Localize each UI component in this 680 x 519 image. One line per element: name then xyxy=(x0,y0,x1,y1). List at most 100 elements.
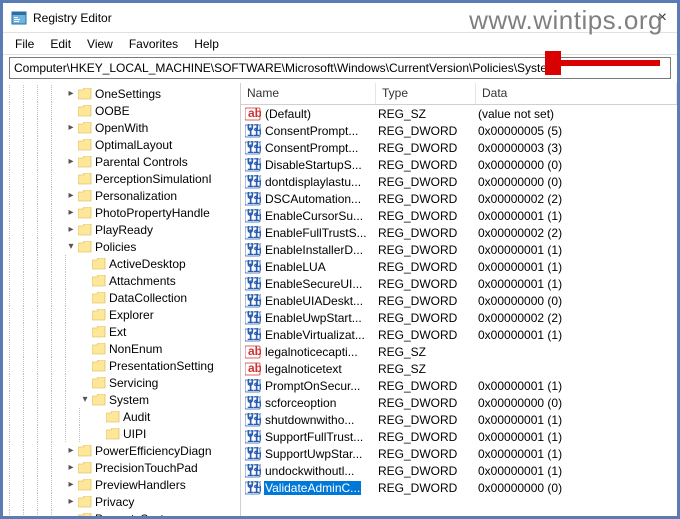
close-icon[interactable]: × xyxy=(658,9,667,27)
value-row[interactable]: 011110PromptOnSecur...REG_DWORD0x0000000… xyxy=(241,377,677,394)
folder-icon xyxy=(78,513,92,517)
expand-toggle[interactable]: ▸ xyxy=(65,496,77,507)
value-data: 0x00000000 (0) xyxy=(476,175,677,189)
expand-toggle[interactable]: ▸ xyxy=(65,445,77,456)
tree-item[interactable]: Attachments xyxy=(3,272,240,289)
tree-item[interactable]: ▸PrecisionTouchPad xyxy=(3,459,240,476)
value-data: 0x00000000 (0) xyxy=(476,294,677,308)
tree-item[interactable]: PerceptionSimulationI xyxy=(3,170,240,187)
value-row[interactable]: 011110DisableStartupS...REG_DWORD0x00000… xyxy=(241,156,677,173)
column-data[interactable]: Data xyxy=(476,83,677,104)
value-type: REG_DWORD xyxy=(376,226,476,240)
expand-toggle[interactable]: ▸ xyxy=(65,513,77,516)
menu-view[interactable]: View xyxy=(79,35,121,53)
expand-toggle[interactable]: ▸ xyxy=(65,224,77,235)
value-row[interactable]: 011110EnableLUAREG_DWORD0x00000001 (1) xyxy=(241,258,677,275)
value-row[interactable]: ablegalnoticetextREG_SZ xyxy=(241,360,677,377)
svg-text:110: 110 xyxy=(247,176,261,189)
tree-item[interactable]: Servicing xyxy=(3,374,240,391)
value-row[interactable]: 011110ConsentPrompt...REG_DWORD0x0000000… xyxy=(241,122,677,139)
value-row[interactable]: 011110EnableVirtualizat...REG_DWORD0x000… xyxy=(241,326,677,343)
expand-toggle[interactable]: ▸ xyxy=(65,462,77,473)
value-type: REG_DWORD xyxy=(376,430,476,444)
value-row[interactable]: 011110scforceoptionREG_DWORD0x00000000 (… xyxy=(241,394,677,411)
value-name: EnableInstallerD... xyxy=(264,243,364,257)
expand-toggle[interactable]: ▸ xyxy=(65,156,77,167)
expand-toggle[interactable]: ▸ xyxy=(65,207,77,218)
value-row[interactable]: 011110EnableInstallerD...REG_DWORD0x0000… xyxy=(241,241,677,258)
expand-toggle[interactable]: ▸ xyxy=(65,190,77,201)
tree-item[interactable]: Explorer xyxy=(3,306,240,323)
tree-item[interactable]: Ext xyxy=(3,323,240,340)
menu-edit[interactable]: Edit xyxy=(42,35,79,53)
value-data: 0x00000000 (0) xyxy=(476,396,677,410)
tree-item[interactable]: ▸Personalization xyxy=(3,187,240,204)
value-row[interactable]: 011110EnableUIADeskt...REG_DWORD0x000000… xyxy=(241,292,677,309)
tree-item[interactable]: ▾Policies xyxy=(3,238,240,255)
tree-item[interactable]: NonEnum xyxy=(3,340,240,357)
value-row[interactable]: ablegalnoticecapti...REG_SZ xyxy=(241,343,677,360)
tree-item[interactable]: ▸PlayReady xyxy=(3,221,240,238)
tree-item-label: ActiveDesktop xyxy=(109,257,186,271)
value-type: REG_DWORD xyxy=(376,413,476,427)
tree-item[interactable]: ActiveDesktop xyxy=(3,255,240,272)
value-row[interactable]: 011110undockwithoutl...REG_DWORD0x000000… xyxy=(241,462,677,479)
folder-icon xyxy=(78,139,92,151)
string-value-icon: ab xyxy=(245,107,261,121)
tree-item[interactable]: OOBE xyxy=(3,102,240,119)
menu-favorites[interactable]: Favorites xyxy=(121,35,186,53)
value-row[interactable]: 011110dontdisplaylastu...REG_DWORD0x0000… xyxy=(241,173,677,190)
svg-text:110: 110 xyxy=(247,465,261,478)
value-name: ValidateAdminC... xyxy=(264,481,361,495)
value-row[interactable]: 011110EnableSecureUI...REG_DWORD0x000000… xyxy=(241,275,677,292)
tree-item-label: PresentationSetting xyxy=(109,359,214,373)
tree-item[interactable]: ▸PowerEfficiencyDiagn xyxy=(3,442,240,459)
expand-toggle[interactable]: ▸ xyxy=(65,122,77,133)
tree-item[interactable]: ▸ PropertySystem xyxy=(3,510,240,516)
tree-item[interactable]: ▸PhotoPropertyHandle xyxy=(3,204,240,221)
menu-help[interactable]: Help xyxy=(186,35,227,53)
value-row[interactable]: 011110EnableCursorSu...REG_DWORD0x000000… xyxy=(241,207,677,224)
expand-toggle[interactable]: ▸ xyxy=(65,479,77,490)
value-row[interactable]: 011110EnableUwpStart...REG_DWORD0x000000… xyxy=(241,309,677,326)
expand-toggle[interactable]: ▸ xyxy=(65,88,77,99)
tree-item[interactable]: OptimalLayout xyxy=(3,136,240,153)
value-row[interactable]: 011110ConsentPrompt...REG_DWORD0x0000000… xyxy=(241,139,677,156)
tree-item[interactable]: PresentationSetting xyxy=(3,357,240,374)
value-row[interactable]: 011110SupportFullTrust...REG_DWORD0x0000… xyxy=(241,428,677,445)
value-type: REG_DWORD xyxy=(376,396,476,410)
tree-item-label: PropertySystem xyxy=(95,512,180,517)
value-row[interactable]: ab(Default)REG_SZ(value not set) xyxy=(241,105,677,122)
svg-text:110: 110 xyxy=(247,193,261,206)
tree-view[interactable]: ▸OneSettingsOOBE▸OpenWithOptimalLayout▸P… xyxy=(3,83,241,516)
value-name: EnableCursorSu... xyxy=(264,209,364,223)
value-type: REG_DWORD xyxy=(376,379,476,393)
tree-item[interactable]: ▸Parental Controls xyxy=(3,153,240,170)
column-name[interactable]: Name xyxy=(241,83,376,104)
tree-item[interactable]: DataCollection xyxy=(3,289,240,306)
column-type[interactable]: Type xyxy=(376,83,476,104)
expand-toggle[interactable]: ▾ xyxy=(65,241,77,252)
tree-item[interactable]: ▸ OpenWith xyxy=(3,119,240,136)
tree-item[interactable]: ▸ PreviewHandlers xyxy=(3,476,240,493)
value-data: 0x00000001 (1) xyxy=(476,328,677,342)
address-bar[interactable]: Computer\HKEY_LOCAL_MACHINE\SOFTWARE\Mic… xyxy=(9,57,671,79)
value-row[interactable]: 011110SupportUwpStar...REG_DWORD0x000000… xyxy=(241,445,677,462)
tree-item[interactable]: Audit xyxy=(3,408,240,425)
tree-item[interactable]: UIPI xyxy=(3,425,240,442)
folder-icon xyxy=(78,156,92,168)
tree-item[interactable]: ▾System xyxy=(3,391,240,408)
value-data: (value not set) xyxy=(476,107,677,121)
expand-toggle[interactable]: ▾ xyxy=(79,394,91,405)
value-row[interactable]: 011110ValidateAdminC...REG_DWORD0x000000… xyxy=(241,479,677,496)
value-row[interactable]: 011110EnableFullTrustS...REG_DWORD0x0000… xyxy=(241,224,677,241)
tree-item-label: PreviewHandlers xyxy=(95,478,186,492)
value-data: 0x00000001 (1) xyxy=(476,464,677,478)
menu-file[interactable]: File xyxy=(7,35,42,53)
value-row[interactable]: 011110shutdownwitho...REG_DWORD0x0000000… xyxy=(241,411,677,428)
tree-item[interactable]: ▸Privacy xyxy=(3,493,240,510)
tree-item-label: OpenWith xyxy=(95,121,148,135)
tree-item[interactable]: ▸OneSettings xyxy=(3,85,240,102)
address-text: Computer\HKEY_LOCAL_MACHINE\SOFTWARE\Mic… xyxy=(14,61,557,75)
value-row[interactable]: 011110DSCAutomation...REG_DWORD0x0000000… xyxy=(241,190,677,207)
